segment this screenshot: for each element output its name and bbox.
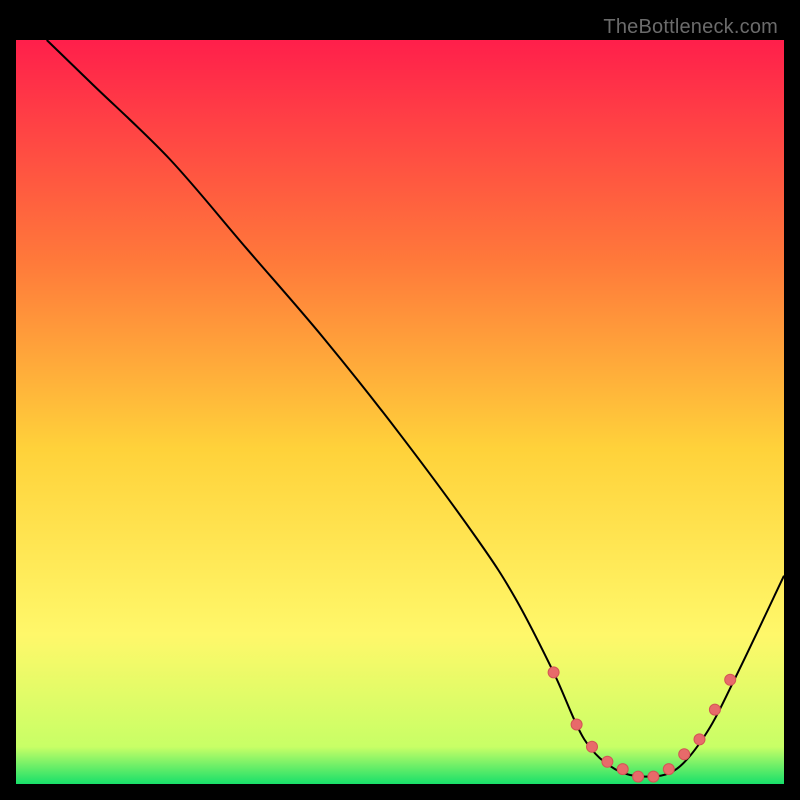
bottleneck-chart bbox=[16, 16, 784, 784]
marker-dot bbox=[679, 749, 690, 760]
marker-dot bbox=[694, 734, 705, 745]
marker-dot bbox=[709, 704, 720, 715]
gradient-background bbox=[16, 40, 784, 784]
marker-dot bbox=[602, 756, 613, 767]
marker-dot bbox=[617, 764, 628, 775]
marker-dot bbox=[663, 764, 674, 775]
chart-frame: TheBottleneck.com bbox=[16, 16, 784, 784]
marker-dot bbox=[571, 719, 582, 730]
marker-dot bbox=[633, 771, 644, 782]
marker-dot bbox=[648, 771, 659, 782]
marker-dot bbox=[587, 741, 598, 752]
marker-dot bbox=[548, 667, 559, 678]
marker-dot bbox=[725, 674, 736, 685]
